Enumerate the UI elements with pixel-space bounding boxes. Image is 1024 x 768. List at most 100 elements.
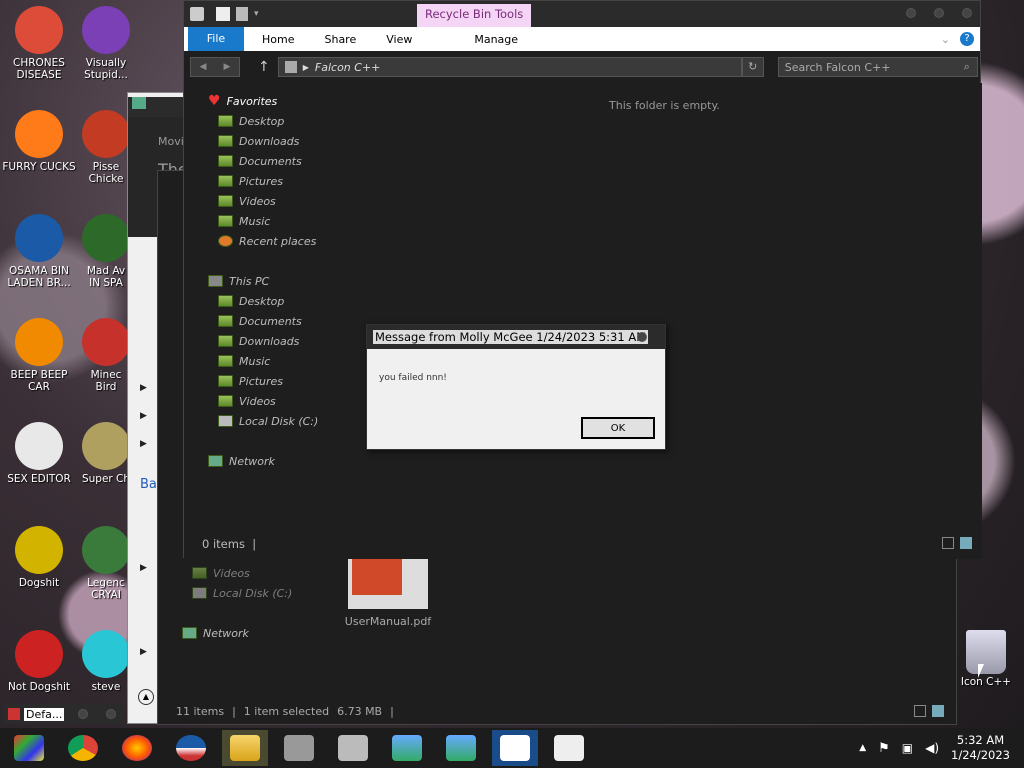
network-icon <box>208 455 223 467</box>
nav-favorites[interactable]: ♥ Favorites <box>208 91 318 111</box>
heart-icon: ♥ <box>208 93 221 109</box>
taskbar-app-4[interactable] <box>438 730 484 766</box>
taskbar-app-5[interactable] <box>492 730 538 766</box>
view-toggle[interactable] <box>914 705 948 717</box>
file-item[interactable]: UserManual.pdf <box>338 551 438 628</box>
desktop-icon[interactable]: Minec Bird <box>80 318 132 393</box>
start-button[interactable] <box>6 730 52 766</box>
nav-item-pictures[interactable]: Pictures <box>218 371 318 391</box>
tab-share[interactable]: Share <box>324 33 356 46</box>
tray-overflow-icon[interactable]: ▲ <box>859 743 866 753</box>
back-nav-item[interactable]: Videos <box>192 563 250 583</box>
nav-item-videos[interactable]: Videos <box>218 191 318 211</box>
minimized-window[interactable]: Defa... <box>4 704 124 724</box>
expand-arrow-icon[interactable]: ▶ <box>140 383 147 393</box>
desktop-icon[interactable]: Super Ch <box>80 422 132 485</box>
ok-button[interactable]: OK <box>581 417 655 439</box>
pixel-art-icon <box>82 422 130 470</box>
nav-item-local-disk-c-[interactable]: Local Disk (C:) <box>218 411 318 431</box>
taskbar-obama[interactable] <box>168 730 214 766</box>
expand-arrow-icon[interactable]: ▶ <box>140 563 147 573</box>
tab-file[interactable]: File <box>188 27 244 51</box>
expand-arrow-icon[interactable]: ▶ <box>140 411 147 421</box>
nav-item-downloads[interactable]: Downloads <box>218 331 318 351</box>
refresh-icon[interactable]: ↻ <box>741 57 764 77</box>
help-icon[interactable]: ? <box>960 32 974 46</box>
explorer-window[interactable]: ▾ Recycle Bin Tools File Home Share View… <box>183 0 982 559</box>
expand-arrow-icon[interactable]: ▶ <box>140 647 147 657</box>
nav-item-music[interactable]: Music <box>218 211 318 231</box>
minimize-button[interactable] <box>78 709 89 719</box>
nav-network[interactable]: Network <box>208 451 318 471</box>
desktop-icon[interactable]: FURRY CUCKS <box>2 110 76 173</box>
nav-item-documents[interactable]: Documents <box>218 311 318 331</box>
view-toggle[interactable] <box>942 537 972 549</box>
desktop-icon[interactable]: Visually Stupid... <box>80 6 132 81</box>
back-nav-network[interactable]: Network <box>182 623 249 643</box>
file-label: UserManual.pdf <box>344 615 432 628</box>
flag-icon[interactable]: ⚑ <box>878 741 890 756</box>
desktop-icon[interactable]: Dogshit <box>2 526 76 589</box>
desktop-icon[interactable]: BEEP BEEP CAR <box>2 318 76 393</box>
up-arrow-icon[interactable]: ↑ <box>258 59 270 75</box>
desktop-icon-recycle[interactable]: Icon C++ <box>954 630 1018 688</box>
nav-item-videos[interactable]: Videos <box>218 391 318 411</box>
nav-item-music[interactable]: Music <box>218 351 318 371</box>
desktop-icon[interactable]: Pisse Chicke <box>80 110 132 185</box>
quick-access-dropdown-icon[interactable]: ▾ <box>254 9 259 19</box>
search-icon: ⌕ <box>963 60 970 73</box>
search-input[interactable]: Search Falcon C++ ⌕ <box>777 57 978 77</box>
expand-arrow-icon[interactable]: ▶ <box>140 439 147 449</box>
properties-icon[interactable] <box>216 7 230 21</box>
desktop-icon-label: Pisse Chicke <box>88 161 124 185</box>
message-dialog[interactable]: Message from Molly McGee 1/24/2023 5:31 … <box>366 324 666 450</box>
nav-this-pc[interactable]: This PC <box>208 271 318 291</box>
volume-icon[interactable]: ◀) <box>925 741 939 755</box>
nav-item-desktop[interactable]: Desktop <box>218 111 318 131</box>
new-folder-icon[interactable] <box>236 7 248 21</box>
nav-item-label: Music <box>239 354 271 368</box>
clock[interactable]: 5:32 AM 1/24/2023 <box>951 733 1010 763</box>
nav-item-desktop[interactable]: Desktop <box>218 291 318 311</box>
disk-icon <box>218 415 233 427</box>
dialog-close-button[interactable] <box>637 332 647 342</box>
desktop-icon[interactable]: steve <box>80 630 132 693</box>
scroll-up-button[interactable]: ▲ <box>138 689 154 705</box>
desktop-icon[interactable]: Mad Av IN SPA <box>80 214 132 289</box>
nav-item-recent-places[interactable]: Recent places <box>218 231 318 251</box>
taskbar-app-3[interactable] <box>384 730 430 766</box>
desktop-icon[interactable]: Legenc CRYAI <box>80 526 132 601</box>
taskbar-explorer[interactable] <box>222 730 268 766</box>
nav-item-label: Documents <box>239 314 302 328</box>
left-window-link[interactable]: Ba <box>140 477 157 492</box>
taskbar-chrome[interactable] <box>60 730 106 766</box>
address-field[interactable]: ▶ Falcon C++ <box>277 57 742 77</box>
document-app-icon <box>554 735 584 761</box>
desktop-icon-label: CHRONES DISEASE <box>13 57 65 81</box>
taskbar-firefox[interactable] <box>114 730 160 766</box>
close-button[interactable] <box>106 709 117 719</box>
ribbon-expand-icon[interactable]: ⌄ <box>941 33 950 46</box>
maximize-button[interactable] <box>934 8 944 18</box>
nav-item-pictures[interactable]: Pictures <box>218 171 318 191</box>
nav-item-documents[interactable]: Documents <box>218 151 318 171</box>
folder-icon <box>230 735 260 761</box>
minimize-button[interactable] <box>906 8 916 18</box>
tab-home[interactable]: Home <box>262 33 294 46</box>
ribbon-context-tab: Recycle Bin Tools <box>417 4 532 27</box>
taskbar-app-1[interactable] <box>276 730 322 766</box>
nav-item-downloads[interactable]: Downloads <box>218 131 318 151</box>
taskbar-app-2[interactable] <box>330 730 376 766</box>
tab-manage[interactable]: Manage <box>474 33 518 46</box>
back-nav-item[interactable]: Local Disk (C:) <box>192 583 292 603</box>
folder-icon <box>192 567 207 579</box>
close-button[interactable] <box>962 8 972 18</box>
desktop-icon[interactable]: SEX EDITOR <box>2 422 76 485</box>
taskbar-app-6[interactable] <box>546 730 592 766</box>
desktop-icon[interactable]: OSAMA BIN LADEN BR... <box>2 214 76 289</box>
network-icon[interactable]: ▣ <box>902 741 913 755</box>
desktop-icon[interactable]: Not Dogshit <box>2 630 76 693</box>
tab-view[interactable]: View <box>386 33 412 46</box>
back-forward-buttons[interactable]: ◀ ▶ <box>190 57 240 77</box>
desktop-icon[interactable]: CHRONES DISEASE <box>2 6 76 81</box>
